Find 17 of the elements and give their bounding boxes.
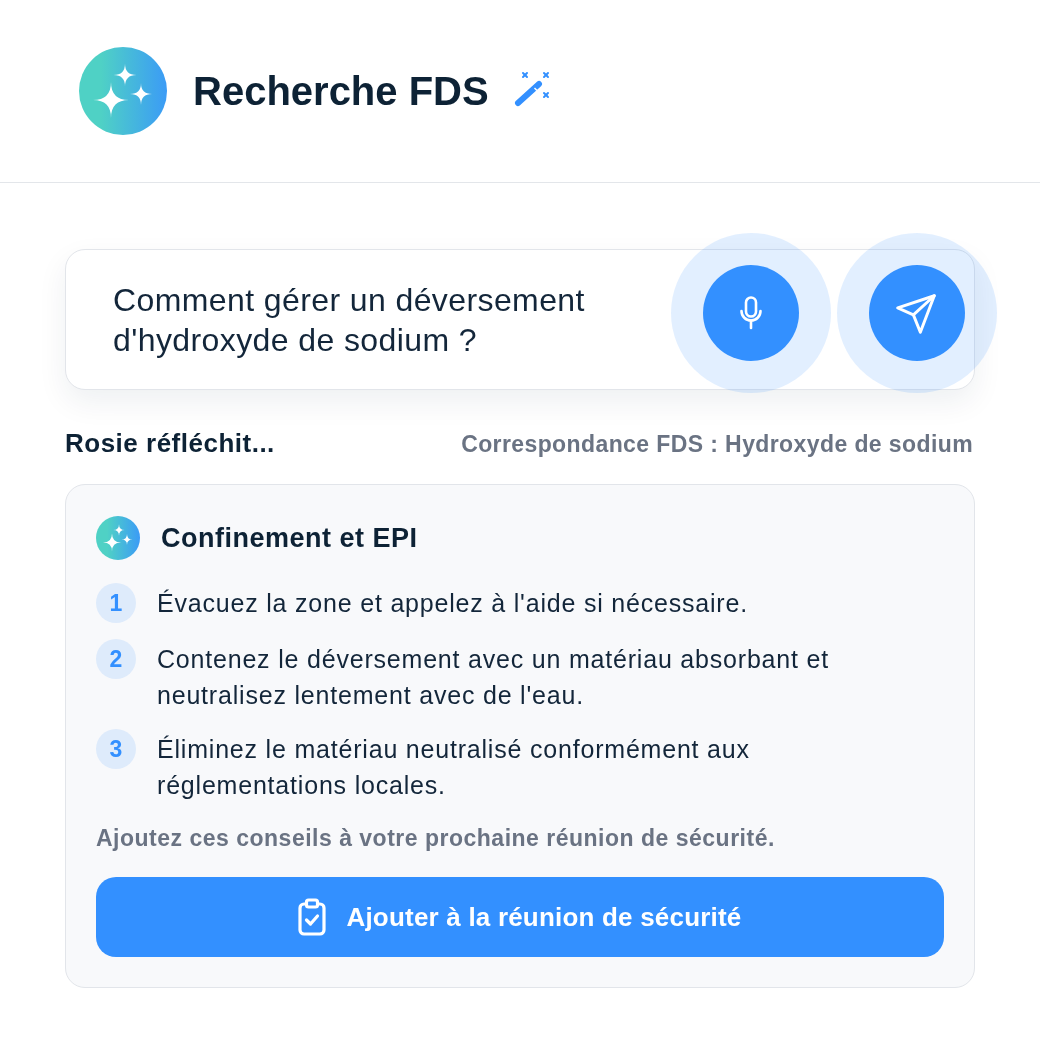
sparkles-logo-icon [79,47,167,135]
step-number: 3 [96,729,136,769]
microphone-icon [740,296,762,330]
step-text: Évacuez la zone et appelez à l'aide si nécessaire. [157,588,748,619]
step-number: 1 [96,583,136,623]
magic-wand-icon [513,71,552,107]
step-number: 2 [96,639,136,679]
sds-match-label: Correspondance FDS : Hydroxyde de sodium [461,431,973,458]
clipboard-check-icon [298,898,327,936]
page-title: Recherche FDS [193,68,489,114]
sparkles-icon [96,516,140,560]
hint-text: Ajoutez ces conseils à votre prochaine réunion de sécurité. [96,825,776,851]
thinking-status: Rosie réfléchit... [65,428,275,459]
step-text: Contenez le déversement avec un matériau absorbant et neutralisez lentement avec de l'eau. [157,644,830,711]
card-title: Confinement et EPI [161,522,418,554]
send-icon [896,294,936,334]
step-text: Éliminez le matériau neutralisé conformément aux réglementations locales. [157,734,751,801]
